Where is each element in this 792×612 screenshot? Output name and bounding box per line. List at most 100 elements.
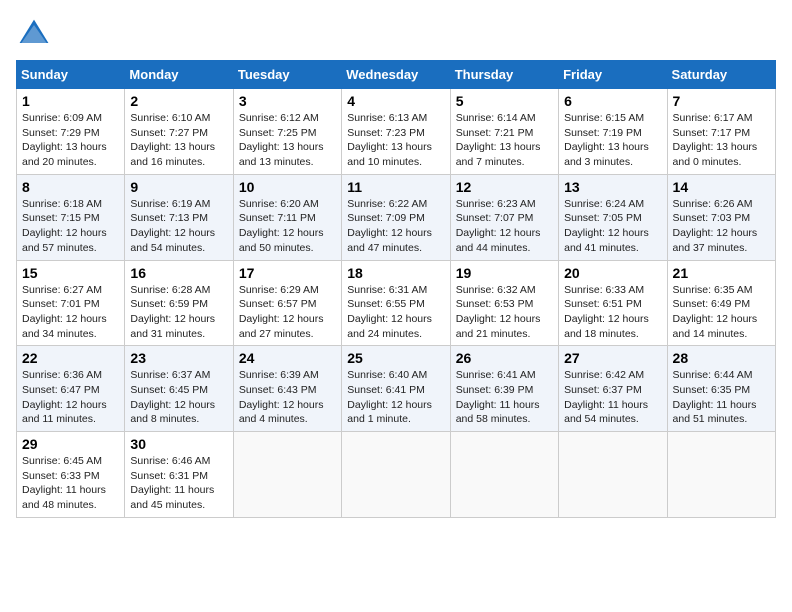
day-number: 28 [673, 350, 770, 366]
cell-info: Sunrise: 6:42 AMSunset: 6:37 PMDaylight:… [564, 368, 661, 427]
calendar-table: SundayMondayTuesdayWednesdayThursdayFrid… [16, 60, 776, 518]
day-number: 17 [239, 265, 336, 281]
calendar-cell [450, 432, 558, 518]
calendar-cell: 18 Sunrise: 6:31 AMSunset: 6:55 PMDayligh… [342, 260, 450, 346]
cell-info: Sunrise: 6:22 AMSunset: 7:09 PMDaylight:… [347, 197, 444, 256]
calendar-cell: 9 Sunrise: 6:19 AMSunset: 7:13 PMDaylight… [125, 174, 233, 260]
calendar-cell [342, 432, 450, 518]
calendar-cell: 14 Sunrise: 6:26 AMSunset: 7:03 PMDayligh… [667, 174, 775, 260]
cell-info: Sunrise: 6:32 AMSunset: 6:53 PMDaylight:… [456, 283, 553, 342]
day-number: 15 [22, 265, 119, 281]
page-header [16, 16, 776, 52]
calendar-cell: 24 Sunrise: 6:39 AMSunset: 6:43 PMDayligh… [233, 346, 341, 432]
calendar-cell: 22Sunrise: 6:36 AMSunset: 6:47 PMDayligh… [17, 346, 125, 432]
calendar-cell: 1 Sunrise: 6:09 AMSunset: 7:29 PMDaylight… [17, 89, 125, 175]
calendar-week-row: 22Sunrise: 6:36 AMSunset: 6:47 PMDayligh… [17, 346, 776, 432]
cell-info: Sunrise: 6:41 AMSunset: 6:39 PMDaylight:… [456, 368, 553, 427]
cell-info: Sunrise: 6:13 AMSunset: 7:23 PMDaylight:… [347, 111, 444, 170]
day-number: 5 [456, 93, 553, 109]
cell-info: Sunrise: 6:19 AMSunset: 7:13 PMDaylight:… [130, 197, 227, 256]
cell-info: Sunrise: 6:18 AMSunset: 7:15 PMDaylight:… [22, 197, 119, 256]
column-header-thursday: Thursday [450, 61, 558, 89]
calendar-week-row: 8 Sunrise: 6:18 AMSunset: 7:15 PMDaylight… [17, 174, 776, 260]
day-number: 10 [239, 179, 336, 195]
cell-info: Sunrise: 6:33 AMSunset: 6:51 PMDaylight:… [564, 283, 661, 342]
day-number: 1 [22, 93, 119, 109]
day-number: 8 [22, 179, 119, 195]
day-number: 29 [22, 436, 119, 452]
cell-info: Sunrise: 6:44 AMSunset: 6:35 PMDaylight:… [673, 368, 770, 427]
calendar-cell: 27 Sunrise: 6:42 AMSunset: 6:37 PMDayligh… [559, 346, 667, 432]
calendar-cell: 5Sunrise: 6:14 AMSunset: 7:21 PMDaylight… [450, 89, 558, 175]
column-header-tuesday: Tuesday [233, 61, 341, 89]
cell-info: Sunrise: 6:23 AMSunset: 7:07 PMDaylight:… [456, 197, 553, 256]
cell-info: Sunrise: 6:31 AMSunset: 6:55 PMDaylight:… [347, 283, 444, 342]
cell-info: Sunrise: 6:40 AMSunset: 6:41 PMDaylight:… [347, 368, 444, 427]
day-number: 11 [347, 179, 444, 195]
cell-info: Sunrise: 6:35 AMSunset: 6:49 PMDaylight:… [673, 283, 770, 342]
day-number: 23 [130, 350, 227, 366]
day-number: 18 [347, 265, 444, 281]
calendar-cell: 12 Sunrise: 6:23 AMSunset: 7:07 PMDayligh… [450, 174, 558, 260]
cell-info: Sunrise: 6:09 AMSunset: 7:29 PMDaylight:… [22, 111, 119, 170]
calendar-cell: 3Sunrise: 6:12 AMSunset: 7:25 PMDaylight… [233, 89, 341, 175]
day-number: 27 [564, 350, 661, 366]
cell-info: Sunrise: 6:37 AMSunset: 6:45 PMDaylight:… [130, 368, 227, 427]
calendar-cell: 25 Sunrise: 6:40 AMSunset: 6:41 PMDayligh… [342, 346, 450, 432]
cell-info: Sunrise: 6:17 AMSunset: 7:17 PMDaylight:… [673, 111, 770, 170]
day-number: 26 [456, 350, 553, 366]
cell-info: Sunrise: 6:10 AMSunset: 7:27 PMDaylight:… [130, 111, 227, 170]
calendar-cell: 21 Sunrise: 6:35 AMSunset: 6:49 PMDayligh… [667, 260, 775, 346]
cell-info: Sunrise: 6:15 AMSunset: 7:19 PMDaylight:… [564, 111, 661, 170]
day-number: 19 [456, 265, 553, 281]
calendar-cell: 13Sunrise: 6:24 AMSunset: 7:05 PMDayligh… [559, 174, 667, 260]
cell-info: Sunrise: 6:20 AMSunset: 7:11 PMDaylight:… [239, 197, 336, 256]
calendar-cell: 11 Sunrise: 6:22 AMSunset: 7:09 PMDayligh… [342, 174, 450, 260]
day-number: 3 [239, 93, 336, 109]
column-header-sunday: Sunday [17, 61, 125, 89]
day-number: 12 [456, 179, 553, 195]
column-header-wednesday: Wednesday [342, 61, 450, 89]
calendar-cell [667, 432, 775, 518]
calendar-cell: 16 Sunrise: 6:28 AMSunset: 6:59 PMDayligh… [125, 260, 233, 346]
calendar-cell: 29 Sunrise: 6:45 AMSunset: 6:33 PMDayligh… [17, 432, 125, 518]
calendar-cell: 8 Sunrise: 6:18 AMSunset: 7:15 PMDaylight… [17, 174, 125, 260]
day-number: 14 [673, 179, 770, 195]
day-number: 2 [130, 93, 227, 109]
logo [16, 16, 56, 52]
cell-info: Sunrise: 6:39 AMSunset: 6:43 PMDaylight:… [239, 368, 336, 427]
day-number: 4 [347, 93, 444, 109]
calendar-cell [233, 432, 341, 518]
calendar-cell: 17Sunrise: 6:29 AMSunset: 6:57 PMDayligh… [233, 260, 341, 346]
day-number: 9 [130, 179, 227, 195]
day-number: 25 [347, 350, 444, 366]
day-number: 20 [564, 265, 661, 281]
cell-info: Sunrise: 6:26 AMSunset: 7:03 PMDaylight:… [673, 197, 770, 256]
calendar-cell: 10 Sunrise: 6:20 AMSunset: 7:11 PMDayligh… [233, 174, 341, 260]
calendar-cell: 23 Sunrise: 6:37 AMSunset: 6:45 PMDayligh… [125, 346, 233, 432]
cell-info: Sunrise: 6:27 AMSunset: 7:01 PMDaylight:… [22, 283, 119, 342]
day-number: 7 [673, 93, 770, 109]
calendar-week-row: 29 Sunrise: 6:45 AMSunset: 6:33 PMDayligh… [17, 432, 776, 518]
calendar-cell: 26 Sunrise: 6:41 AMSunset: 6:39 PMDayligh… [450, 346, 558, 432]
day-number: 16 [130, 265, 227, 281]
day-number: 22 [22, 350, 119, 366]
calendar-cell: 20 Sunrise: 6:33 AMSunset: 6:51 PMDayligh… [559, 260, 667, 346]
day-number: 6 [564, 93, 661, 109]
cell-info: Sunrise: 6:28 AMSunset: 6:59 PMDaylight:… [130, 283, 227, 342]
cell-info: Sunrise: 6:46 AMSunset: 6:31 PMDaylight:… [130, 454, 227, 513]
day-number: 21 [673, 265, 770, 281]
day-number: 24 [239, 350, 336, 366]
day-number: 30 [130, 436, 227, 452]
column-header-monday: Monday [125, 61, 233, 89]
calendar-cell: 4 Sunrise: 6:13 AMSunset: 7:23 PMDaylight… [342, 89, 450, 175]
calendar-cell: 6 Sunrise: 6:15 AMSunset: 7:19 PMDaylight… [559, 89, 667, 175]
logo-icon [16, 16, 52, 52]
cell-info: Sunrise: 6:45 AMSunset: 6:33 PMDaylight:… [22, 454, 119, 513]
calendar-cell [559, 432, 667, 518]
calendar-cell: 2 Sunrise: 6:10 AMSunset: 7:27 PMDaylight… [125, 89, 233, 175]
calendar-cell: 28 Sunrise: 6:44 AMSunset: 6:35 PMDayligh… [667, 346, 775, 432]
calendar-cell: 19 Sunrise: 6:32 AMSunset: 6:53 PMDayligh… [450, 260, 558, 346]
calendar-header-row: SundayMondayTuesdayWednesdayThursdayFrid… [17, 61, 776, 89]
calendar-cell: 7 Sunrise: 6:17 AMSunset: 7:17 PMDaylight… [667, 89, 775, 175]
